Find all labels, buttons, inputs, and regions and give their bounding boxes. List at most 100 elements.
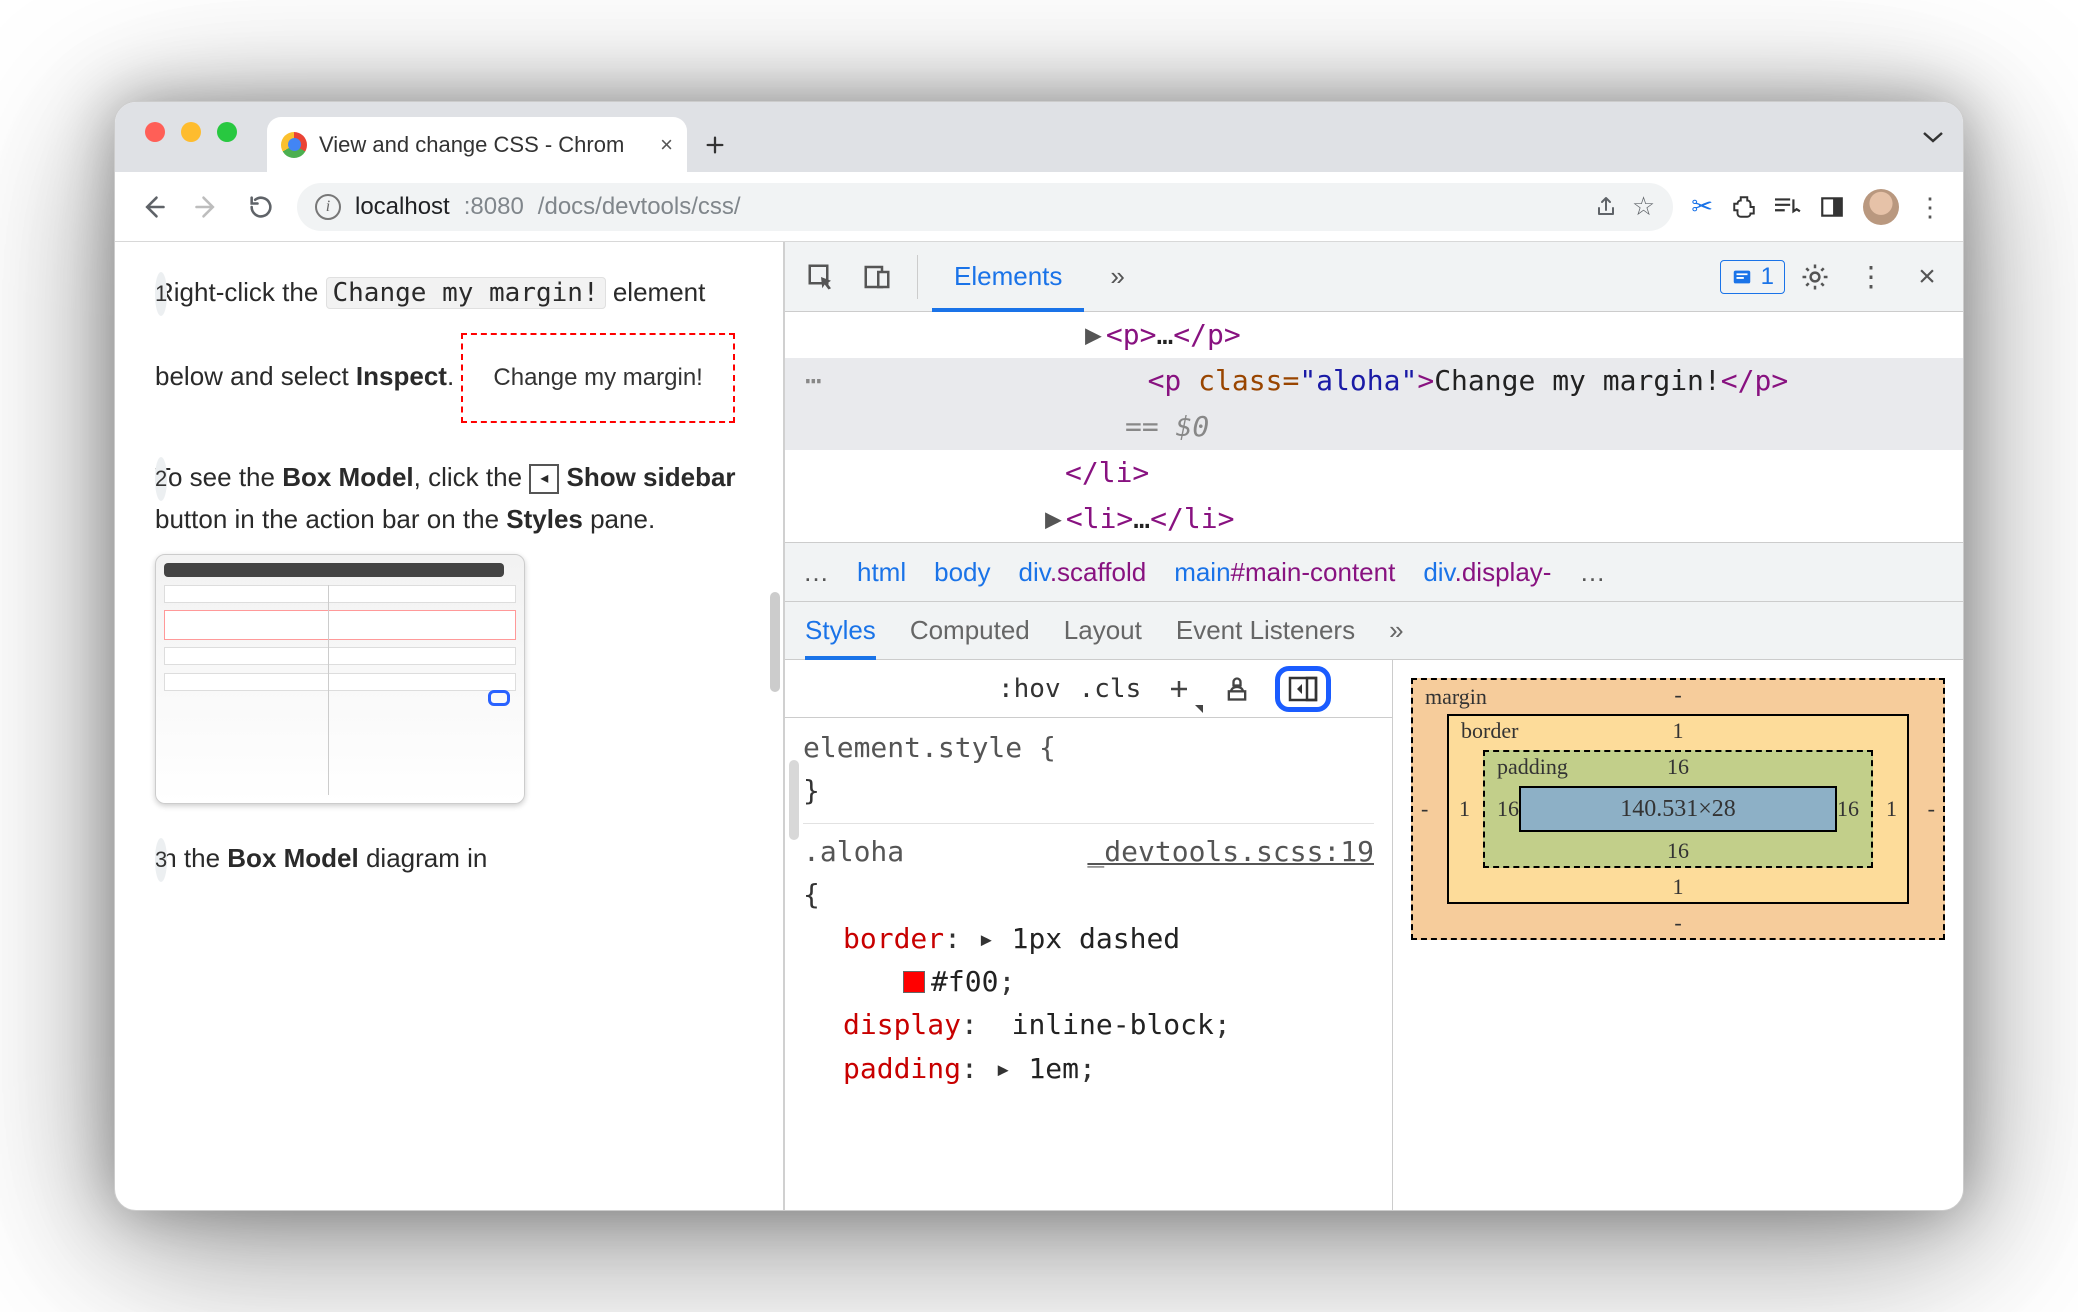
maximize-window-icon[interactable] bbox=[217, 122, 237, 142]
tab-title: View and change CSS - Chrom bbox=[319, 132, 648, 158]
crumb-ellipsis[interactable]: … bbox=[803, 557, 829, 588]
subtabs-overflow[interactable]: » bbox=[1389, 615, 1403, 646]
box-label-margin: margin bbox=[1425, 684, 1487, 710]
text: To see the bbox=[155, 462, 282, 492]
issues-count: 1 bbox=[1761, 263, 1774, 291]
step-1: 1 Right-click the Change my margin! elem… bbox=[155, 272, 753, 423]
new-style-rule-icon[interactable] bbox=[1159, 669, 1199, 709]
box-value[interactable]: 1 bbox=[1459, 796, 1470, 822]
reload-button[interactable] bbox=[243, 189, 279, 225]
css-brace: { bbox=[803, 878, 820, 911]
bookmark-star-icon[interactable]: ☆ bbox=[1632, 191, 1655, 222]
text: Right-click the bbox=[155, 277, 326, 307]
styles-rules[interactable]: element.style { } _devtools.scss:19 .alo… bbox=[785, 718, 1392, 1098]
css-value[interactable]: inline-block bbox=[1012, 1008, 1214, 1041]
box-value[interactable]: - bbox=[1674, 910, 1681, 936]
forward-button[interactable] bbox=[189, 189, 225, 225]
url-port: :8080 bbox=[464, 193, 524, 221]
box-value[interactable]: 16 bbox=[1667, 838, 1689, 864]
subtab-event-listeners[interactable]: Event Listeners bbox=[1176, 615, 1355, 646]
crumb-item[interactable]: main#main-content bbox=[1174, 557, 1395, 588]
box-value[interactable]: 16 bbox=[1837, 796, 1859, 822]
chrome-favicon-icon bbox=[281, 132, 307, 158]
box-content[interactable]: 140.531×28 bbox=[1519, 786, 1837, 832]
text-bold: Show sidebar bbox=[566, 462, 735, 492]
page-content: 1 Right-click the Change my margin! elem… bbox=[115, 242, 785, 1210]
crumb-item[interactable]: body bbox=[934, 557, 990, 588]
show-sidebar-button[interactable] bbox=[1275, 666, 1331, 712]
box-label-border: border bbox=[1461, 718, 1518, 744]
css-property[interactable]: border bbox=[843, 922, 944, 955]
issues-chip[interactable]: 1 bbox=[1720, 260, 1785, 294]
crumb-ellipsis[interactable]: … bbox=[1579, 557, 1605, 588]
dom-breadcrumb[interactable]: … html body div.scaffold main#main-conte… bbox=[785, 542, 1963, 602]
css-source-link[interactable]: _devtools.scss:19 bbox=[1087, 830, 1374, 873]
box-model-diagram[interactable]: 140.531×28 margin border padding - - - - bbox=[1411, 678, 1945, 940]
hov-toggle[interactable]: :hov bbox=[998, 674, 1061, 704]
tab-elements[interactable]: Elements bbox=[932, 242, 1084, 312]
subtab-layout[interactable]: Layout bbox=[1064, 615, 1142, 646]
close-tab-icon[interactable]: × bbox=[660, 132, 673, 158]
dom-eq-zero: == $0 bbox=[1125, 410, 1209, 443]
text: diagram in bbox=[359, 843, 488, 873]
crumb-item[interactable]: html bbox=[857, 557, 906, 588]
side-panel-icon[interactable] bbox=[1819, 194, 1845, 220]
chrome-menu-icon[interactable]: ⋮ bbox=[1917, 204, 1943, 210]
close-devtools-icon[interactable]: × bbox=[1901, 251, 1953, 303]
window-dropdown[interactable] bbox=[1903, 102, 1963, 172]
tabs-overflow[interactable]: » bbox=[1088, 242, 1146, 312]
window-controls[interactable] bbox=[145, 122, 237, 142]
new-tab-button[interactable] bbox=[687, 117, 742, 172]
css-property[interactable]: display bbox=[843, 1008, 961, 1041]
minimize-window-icon[interactable] bbox=[181, 122, 201, 142]
address-bar[interactable]: i localhost:8080/docs/devtools/css/ ☆ bbox=[297, 183, 1673, 231]
browser-tab[interactable]: View and change CSS - Chrom × bbox=[267, 117, 687, 172]
site-info-icon[interactable]: i bbox=[315, 194, 341, 220]
back-button[interactable] bbox=[135, 189, 171, 225]
crumb-item[interactable]: div.display- bbox=[1423, 557, 1551, 588]
css-value[interactable]: #f00 bbox=[931, 965, 998, 998]
devtools-menu-icon[interactable]: ⋮ bbox=[1845, 251, 1897, 303]
rendering-emulations-icon[interactable] bbox=[1217, 669, 1257, 709]
close-window-icon[interactable] bbox=[145, 122, 165, 142]
color-swatch-icon[interactable] bbox=[903, 971, 925, 993]
text-bold: Styles bbox=[506, 504, 583, 534]
box-value[interactable]: 1 bbox=[1886, 796, 1897, 822]
inline-screenshot bbox=[155, 554, 525, 804]
demo-element[interactable]: Change my margin! bbox=[461, 333, 734, 423]
css-brace: } bbox=[803, 774, 820, 807]
box-value[interactable]: - bbox=[1928, 796, 1935, 822]
share-icon[interactable] bbox=[1594, 195, 1618, 219]
box-value[interactable]: 16 bbox=[1667, 754, 1689, 780]
box-model-pane: 140.531×28 margin border padding - - - - bbox=[1393, 660, 1963, 1210]
styles-toolbar: :hov .cls bbox=[785, 660, 1392, 718]
css-property[interactable]: padding bbox=[843, 1052, 961, 1085]
box-value[interactable]: 1 bbox=[1673, 874, 1684, 900]
css-selector: element.style { bbox=[803, 731, 1056, 764]
extensions-icon[interactable] bbox=[1731, 194, 1757, 220]
box-value[interactable]: 1 bbox=[1673, 718, 1684, 744]
cls-toggle[interactable]: .cls bbox=[1079, 674, 1142, 704]
text-bold: Inspect bbox=[356, 361, 447, 391]
settings-icon[interactable] bbox=[1789, 251, 1841, 303]
css-value[interactable]: 1em bbox=[1028, 1052, 1079, 1085]
box-label-padding: padding bbox=[1497, 754, 1568, 780]
dom-tag: </p> bbox=[1721, 364, 1788, 397]
crumb-item[interactable]: div.scaffold bbox=[1019, 557, 1147, 588]
inspect-element-icon[interactable] bbox=[795, 251, 847, 303]
subtab-styles[interactable]: Styles bbox=[805, 602, 876, 660]
ellipsis-icon[interactable]: ⋯ bbox=[805, 364, 824, 397]
device-toolbar-icon[interactable] bbox=[851, 251, 903, 303]
reading-list-icon[interactable] bbox=[1775, 194, 1801, 220]
css-value[interactable]: 1px dashed bbox=[1012, 922, 1181, 955]
browser-window: View and change CSS - Chrom × i localhos… bbox=[114, 101, 1964, 1211]
box-value[interactable]: - bbox=[1421, 796, 1428, 822]
styles-filter-input[interactable] bbox=[799, 670, 980, 708]
box-value[interactable]: - bbox=[1674, 682, 1681, 708]
step-2: 2 To see the Box Model, click the ◂ Show… bbox=[155, 457, 753, 804]
profile-avatar[interactable] bbox=[1863, 189, 1899, 225]
box-value[interactable]: 16 bbox=[1497, 796, 1519, 822]
dom-tree[interactable]: ▶<p>…</p> ⋯ <p class="aloha">Change my m… bbox=[785, 312, 1963, 542]
scissors-extension-icon[interactable]: ✂ bbox=[1691, 191, 1713, 222]
subtab-computed[interactable]: Computed bbox=[910, 615, 1030, 646]
